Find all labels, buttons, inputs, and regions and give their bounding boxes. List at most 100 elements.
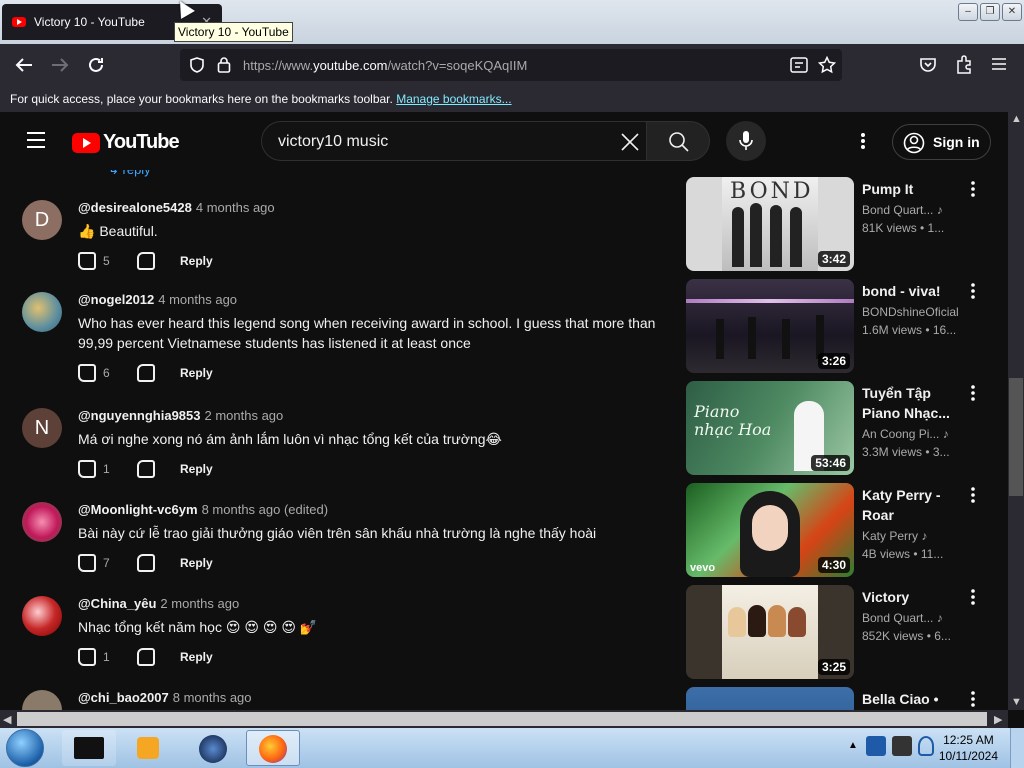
comment-author[interactable]: @desirealone5428 — [78, 200, 192, 215]
dislike-icon[interactable] — [137, 554, 155, 572]
channel-name[interactable]: An Coong Pi... ♪ — [862, 427, 949, 441]
channel-name[interactable]: Bond Quart... ♪ — [862, 203, 943, 217]
avatar[interactable] — [22, 596, 62, 636]
video-title[interactable]: Tuyển Tập Piano Nhạc... — [862, 383, 950, 423]
video-menu-icon[interactable] — [971, 181, 975, 197]
manage-bookmarks-link[interactable]: Manage bookmarks... — [396, 92, 511, 106]
video-thumbnail[interactable]: BOND 3:42 — [686, 177, 854, 271]
reply-button[interactable]: Reply — [180, 462, 213, 476]
dislike-icon[interactable] — [137, 460, 155, 478]
comment-author[interactable]: @China_yêu — [78, 596, 156, 611]
channel-name[interactable]: Bond Quart... ♪ — [862, 611, 943, 625]
shield-icon[interactable] — [189, 57, 205, 73]
taskbar-app-terminal-icon[interactable] — [62, 730, 116, 766]
youtube-logo[interactable]: YouTube — [72, 131, 180, 154]
scroll-up-arrow-icon[interactable]: ▲ — [1011, 113, 1022, 125]
menu-icon[interactable] — [991, 57, 1007, 71]
avatar[interactable] — [22, 690, 62, 710]
video-menu-icon[interactable] — [971, 385, 975, 401]
reader-view-icon[interactable] — [790, 57, 808, 73]
horizontal-scroll-thumb[interactable] — [17, 712, 987, 726]
dislike-icon[interactable] — [137, 364, 155, 382]
comment-time[interactable]: 4 months ago — [196, 200, 275, 215]
restore-button[interactable]: ❐ — [980, 3, 1000, 21]
back-icon[interactable] — [14, 56, 34, 74]
video-thumbnail[interactable]: 3:25 — [686, 585, 854, 679]
video-title[interactable]: Victory — [862, 587, 950, 607]
comment-author[interactable]: @nogel2012 — [78, 292, 154, 307]
comment-author[interactable]: @nguyennghia9853 — [78, 408, 200, 423]
avatar[interactable]: D — [22, 200, 62, 240]
channel-name[interactable]: Katy Perry ♪ — [862, 529, 927, 543]
comment-time[interactable]: 8 months ago (edited) — [202, 502, 328, 517]
recommended-video[interactable]: 3:26 bond - viva! BONDshineOficial 1.6M … — [686, 279, 986, 373]
search-input[interactable]: victory10 music — [261, 121, 646, 161]
tray-expand-icon[interactable]: ▲ — [848, 740, 858, 751]
comment-time[interactable]: 2 months ago — [160, 596, 239, 611]
video-menu-icon[interactable] — [971, 589, 975, 605]
comment-time[interactable]: 2 months ago — [204, 408, 283, 423]
vertical-scroll-thumb[interactable] — [1009, 378, 1023, 496]
clear-search-icon[interactable] — [620, 132, 640, 152]
avatar[interactable]: N — [22, 408, 62, 448]
comment-time[interactable]: 4 months ago — [158, 292, 237, 307]
reply-button[interactable]: Reply — [180, 254, 213, 268]
like-icon[interactable] — [78, 554, 96, 572]
video-thumbnail[interactable]: vevo 4:30 — [686, 483, 854, 577]
video-menu-icon[interactable] — [971, 487, 975, 503]
tray-speaker-icon[interactable] — [918, 736, 934, 756]
like-icon[interactable] — [78, 460, 96, 478]
like-icon[interactable] — [78, 252, 96, 270]
video-menu-icon[interactable] — [971, 283, 975, 299]
settings-kebab-icon[interactable] — [860, 132, 866, 150]
sign-in-button[interactable]: Sign in — [892, 124, 991, 160]
show-desktop-button[interactable] — [1010, 728, 1024, 768]
voice-search-button[interactable] — [726, 121, 766, 161]
tray-clock[interactable]: 12:25 AM 10/11/2024 — [939, 732, 998, 764]
forward-icon[interactable] — [50, 56, 70, 74]
minimize-button[interactable]: – — [958, 3, 978, 21]
like-icon[interactable] — [78, 364, 96, 382]
video-thumbnail[interactable]: 3:26 — [686, 279, 854, 373]
reply-button[interactable]: Reply — [180, 556, 213, 570]
pocket-icon[interactable] — [919, 56, 937, 74]
cut-off-replies-link[interactable]: ↳ reply — [108, 170, 151, 178]
reply-button[interactable]: Reply — [180, 366, 213, 380]
comment-author[interactable]: @Moonlight-vc6ym — [78, 502, 198, 517]
search-button[interactable] — [646, 121, 710, 161]
video-title[interactable]: bond - viva! — [862, 281, 950, 301]
video-title[interactable]: Bella Ciao • — [862, 689, 972, 709]
taskbar-app-network-icon[interactable] — [186, 730, 240, 766]
recommended-video[interactable]: BOND 3:42 Pump It Bond Quart... ♪ 81K vi… — [686, 177, 986, 271]
recommended-video[interactable]: 3:25 Victory Bond Quart... ♪ 852K views … — [686, 585, 986, 679]
taskbar-app-media-player-icon[interactable] — [122, 730, 176, 766]
video-menu-icon[interactable] — [971, 691, 975, 707]
url-bar[interactable]: https://www.youtube.com/watch?v=soqeKQAq… — [180, 49, 842, 81]
comment-time[interactable]: 8 months ago — [173, 690, 252, 705]
avatar[interactable] — [22, 292, 62, 332]
tray-network-icon[interactable] — [866, 736, 886, 756]
comment-author[interactable]: @chi_bao2007 — [78, 690, 169, 705]
dislike-icon[interactable] — [137, 648, 155, 666]
star-icon[interactable] — [818, 56, 836, 74]
channel-name[interactable]: BONDshineOficial — [862, 305, 959, 319]
scroll-right-arrow-icon[interactable]: ▶ — [994, 713, 1002, 726]
video-thumbnail[interactable] — [686, 687, 854, 710]
video-title[interactable]: Katy Perry - Roar — [862, 485, 950, 525]
start-button-icon[interactable] — [6, 729, 44, 767]
like-icon[interactable] — [78, 648, 96, 666]
scroll-left-arrow-icon[interactable]: ◀ — [3, 713, 11, 726]
recommended-video[interactable]: vevo 4:30 Katy Perry - Roar Katy Perry ♪… — [686, 483, 986, 577]
close-window-button[interactable]: ✕ — [1002, 3, 1022, 21]
taskbar-app-firefox-icon[interactable] — [246, 730, 300, 766]
recommended-video[interactable]: Piano nhạc Hoa 53:46 Tuyển Tập Piano Nhạ… — [686, 381, 986, 475]
recommended-video[interactable]: Bella Ciao • — [686, 687, 986, 710]
dislike-icon[interactable] — [137, 252, 155, 270]
reply-button[interactable]: Reply — [180, 650, 213, 664]
reload-icon[interactable] — [87, 56, 105, 74]
extensions-icon[interactable] — [955, 55, 973, 75]
scroll-down-arrow-icon[interactable]: ▼ — [1011, 696, 1022, 708]
video-title[interactable]: Pump It — [862, 179, 950, 199]
video-thumbnail[interactable]: Piano nhạc Hoa 53:46 — [686, 381, 854, 475]
avatar[interactable] — [22, 502, 62, 542]
